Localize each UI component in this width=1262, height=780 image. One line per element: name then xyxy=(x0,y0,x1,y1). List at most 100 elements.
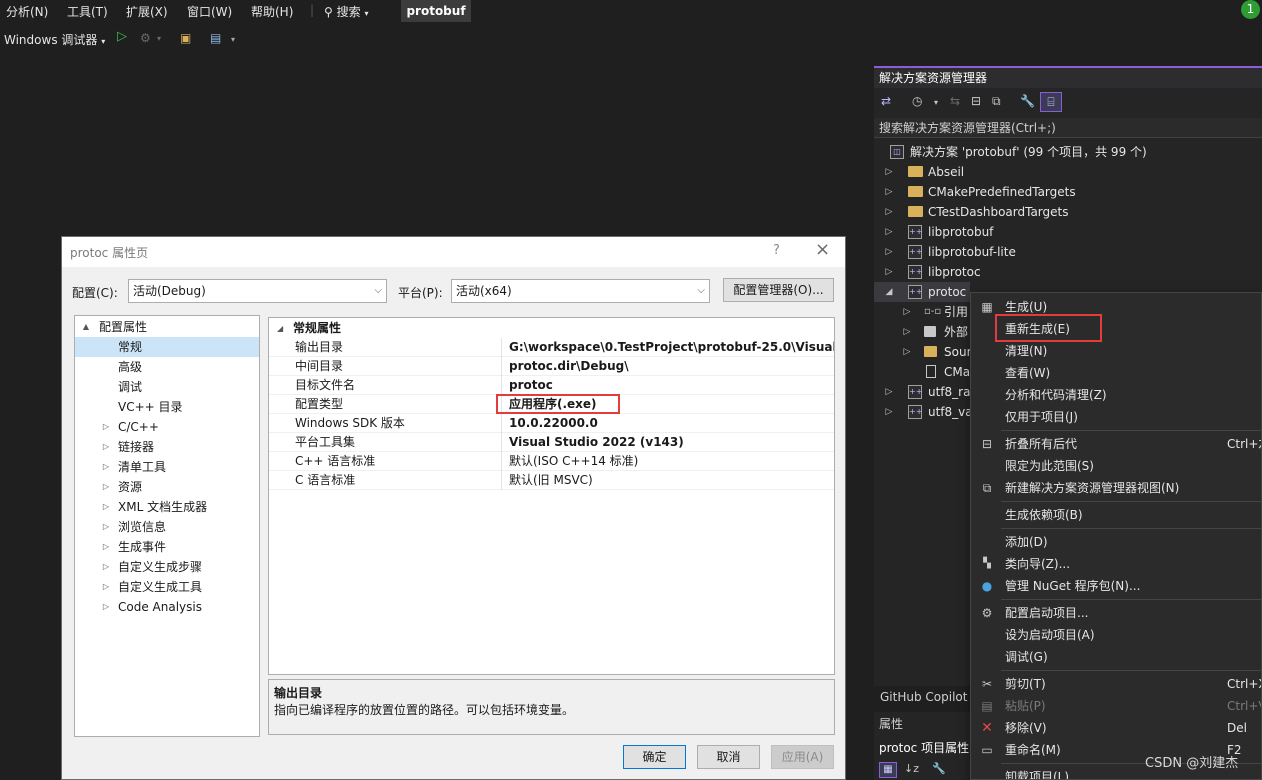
collapse-arrow-icon[interactable]: ◢ xyxy=(884,282,894,302)
preview-icon[interactable]: ⌸ xyxy=(1040,92,1062,112)
expand-arrow-icon[interactable]: ▷ xyxy=(101,457,111,477)
config-select[interactable]: 活动(Debug) ⌵ xyxy=(128,279,387,303)
grid-row-cpp-standard[interactable]: C++ 语言标准 默认(ISO C++14 标准) xyxy=(269,452,834,471)
nav-item-debugging[interactable]: 调试 xyxy=(75,377,259,397)
menu-window[interactable]: 窗口(W) xyxy=(187,3,232,20)
tree-item-ctestdashboardtargets[interactable]: ▷ CTestDashboardTargets xyxy=(874,202,1262,222)
menu-item-new-explorer-view[interactable]: ⧉ 新建解决方案资源管理器视图(N) xyxy=(971,477,1261,499)
menu-extensions[interactable]: 扩展(X) xyxy=(126,3,168,20)
cancel-button[interactable]: 取消 xyxy=(697,745,760,769)
nav-item-general[interactable]: 常规 xyxy=(75,337,259,357)
expand-arrow-icon[interactable]: ▷ xyxy=(101,577,111,597)
platform-select[interactable]: 活动(x64) ⌵ xyxy=(451,279,710,303)
expand-arrow-icon[interactable]: ▷ xyxy=(884,262,894,282)
menu-item-paste[interactable]: ▤ 粘贴(P) Ctrl+V xyxy=(971,695,1261,717)
tree-item-libprotoc[interactable]: ▷ ++ libprotoc xyxy=(874,262,1262,282)
menu-item-cut[interactable]: ✂ 剪切(T) Ctrl+X xyxy=(971,673,1261,695)
history-icon[interactable]: ◷ xyxy=(912,94,922,108)
menu-analyze[interactable]: 分析(N) xyxy=(6,3,48,20)
open-folder-icon[interactable]: ▣ xyxy=(180,31,191,45)
grid-row-c-standard[interactable]: C 语言标准 默认(旧 MSVC) xyxy=(269,471,834,490)
menu-help[interactable]: 帮助(H) xyxy=(251,3,293,20)
expand-arrow-icon[interactable]: ▷ xyxy=(101,537,111,557)
categorized-icon[interactable]: ▦ xyxy=(879,762,897,778)
ok-button[interactable]: 确定 xyxy=(623,745,686,769)
expand-arrow-icon[interactable]: ▷ xyxy=(884,222,894,242)
grid-row-intermediate-dir[interactable]: 中间目录 protoc.dir\Debug\ xyxy=(269,357,834,376)
tree-item-protoc[interactable]: ◢ ++ protoc xyxy=(874,282,970,302)
menu-item-configure-startup[interactable]: ⚙ 配置启动项目... xyxy=(971,602,1261,624)
tree-item-cmakepredefinedtargets[interactable]: ▷ CMakePredefinedTargets xyxy=(874,182,1262,202)
window-layout-icon[interactable]: ▤ xyxy=(210,31,221,45)
expand-arrow-icon[interactable]: ▷ xyxy=(884,202,894,222)
expand-arrow-icon[interactable]: ▷ xyxy=(884,182,894,202)
menu-tools[interactable]: 工具(T) xyxy=(67,3,108,20)
expand-arrow-icon[interactable]: ▷ xyxy=(101,497,111,517)
menu-item-remove[interactable]: ✕ 移除(V) Del xyxy=(971,717,1261,739)
menu-item-debug[interactable]: 调试(G) xyxy=(971,646,1261,668)
menu-item-scope-to-this[interactable]: 限定为此范围(S) xyxy=(971,455,1261,477)
tree-item-abseil[interactable]: ▷ Abseil xyxy=(874,162,1262,182)
expand-arrow-icon[interactable]: ▷ xyxy=(101,597,111,617)
nav-item-linker[interactable]: ▷ 链接器 xyxy=(75,437,259,457)
nav-item-config-props[interactable]: ▲ 配置属性 xyxy=(75,317,259,337)
chevron-down-icon[interactable]: ▾ xyxy=(157,34,161,43)
close-icon[interactable]: × xyxy=(815,239,830,260)
menu-item-clean[interactable]: 清理(N) xyxy=(971,340,1261,362)
switch-views-icon[interactable]: ⇄ xyxy=(881,94,891,108)
expand-arrow-icon[interactable]: ▷ xyxy=(101,417,111,437)
wrench-icon[interactable]: 🔧 xyxy=(932,762,946,775)
collapse-arrow-icon[interactable]: ◢ xyxy=(277,319,283,338)
grid-row-windows-sdk[interactable]: Windows SDK 版本 10.0.22000.0 xyxy=(269,414,834,433)
expand-arrow-icon[interactable]: ▷ xyxy=(101,477,111,497)
nav-item-advanced[interactable]: 高级 xyxy=(75,357,259,377)
nav-item-custom-build-tool[interactable]: ▷ 自定义生成工具 xyxy=(75,577,259,597)
help-icon[interactable]: ? xyxy=(773,243,780,258)
expand-arrow-icon[interactable]: ▷ xyxy=(902,302,912,322)
collapse-arrow-icon[interactable]: ▲ xyxy=(81,317,91,337)
expand-arrow-icon[interactable]: ▷ xyxy=(101,437,111,457)
grid-row-output-dir[interactable]: 输出目录 G:\workspace\0.TestProject\protobuf… xyxy=(269,338,834,357)
expand-arrow-icon[interactable]: ▷ xyxy=(884,382,894,402)
solution-explorer-search[interactable]: 搜索解决方案资源管理器(Ctrl+;) xyxy=(874,118,1262,138)
show-all-files-icon[interactable]: ⧉ xyxy=(992,94,1001,109)
grid-column-divider[interactable] xyxy=(501,338,502,490)
nav-item-build-events[interactable]: ▷ 生成事件 xyxy=(75,537,259,557)
apply-button[interactable]: 应用(A) xyxy=(771,745,834,769)
expand-arrow-icon[interactable]: ▷ xyxy=(902,322,912,342)
chevron-down-icon[interactable]: ▾ xyxy=(934,98,938,107)
config-manager-button[interactable]: 配置管理器(O)... xyxy=(723,278,834,302)
tree-item-references[interactable]: ▷ ▫-▫ 引用 xyxy=(874,302,970,322)
nav-item-cpp[interactable]: ▷ C/C++ xyxy=(75,417,259,437)
expand-arrow-icon[interactable]: ▷ xyxy=(884,242,894,262)
tree-item-libprotobuf-lite[interactable]: ▷ ++ libprotobuf-lite xyxy=(874,242,1262,262)
sort-alpha-icon[interactable]: ↓z xyxy=(904,762,919,775)
nav-item-vc-directories[interactable]: VC++ 目录 xyxy=(75,397,259,417)
tree-item-libprotobuf[interactable]: ▷ ++ libprotobuf xyxy=(874,222,1262,242)
tree-item-solution[interactable]: ◫ 解决方案 'protobuf' (99 个项目，共 99 个) xyxy=(874,142,1262,162)
grid-row-platform-toolset[interactable]: 平台工具集 Visual Studio 2022 (v143) xyxy=(269,433,834,452)
debugger-dropdown[interactable]: Windows 调试器 ▾ xyxy=(4,31,105,48)
menu-item-set-startup[interactable]: 设为启动项目(A) xyxy=(971,624,1261,646)
sync-icon[interactable]: ⇆ xyxy=(950,94,960,108)
tree-item-cmakelists[interactable]: CMa xyxy=(874,362,970,382)
tree-item-utf8-range[interactable]: ▷ ++ utf8_rar xyxy=(874,382,975,402)
menu-item-manage-nuget[interactable]: ● 管理 NuGet 程序包(N)... xyxy=(971,575,1261,597)
chevron-down-icon[interactable]: ▾ xyxy=(231,35,235,44)
collapse-all-icon[interactable]: ⊟ xyxy=(971,94,981,108)
nav-item-resources[interactable]: ▷ 资源 xyxy=(75,477,259,497)
expand-arrow-icon[interactable]: ▷ xyxy=(101,517,111,537)
nav-item-browse-info[interactable]: ▷ 浏览信息 xyxy=(75,517,259,537)
menu-item-add[interactable]: 添加(D) xyxy=(971,531,1261,553)
nav-item-custom-build-step[interactable]: ▷ 自定义生成步骤 xyxy=(75,557,259,577)
menu-item-class-wizard[interactable]: ▚ 类向导(Z)... xyxy=(971,553,1261,575)
expand-arrow-icon[interactable]: ▷ xyxy=(902,342,912,362)
github-copilot-tab[interactable]: GitHub Copilot xyxy=(874,686,970,708)
menu-item-analyze-cleanup[interactable]: 分析和代码清理(Z) xyxy=(971,384,1261,406)
expand-arrow-icon[interactable]: ▷ xyxy=(884,402,894,422)
grid-section-header[interactable]: ◢ 常规属性 xyxy=(269,319,834,338)
expand-arrow-icon[interactable]: ▷ xyxy=(101,557,111,577)
tree-item-utf8-validity[interactable]: ▷ ++ utf8_val xyxy=(874,402,976,422)
tree-item-sources[interactable]: ▷ Sour xyxy=(874,342,972,362)
wrench-icon[interactable]: 🔧 xyxy=(1020,94,1035,108)
